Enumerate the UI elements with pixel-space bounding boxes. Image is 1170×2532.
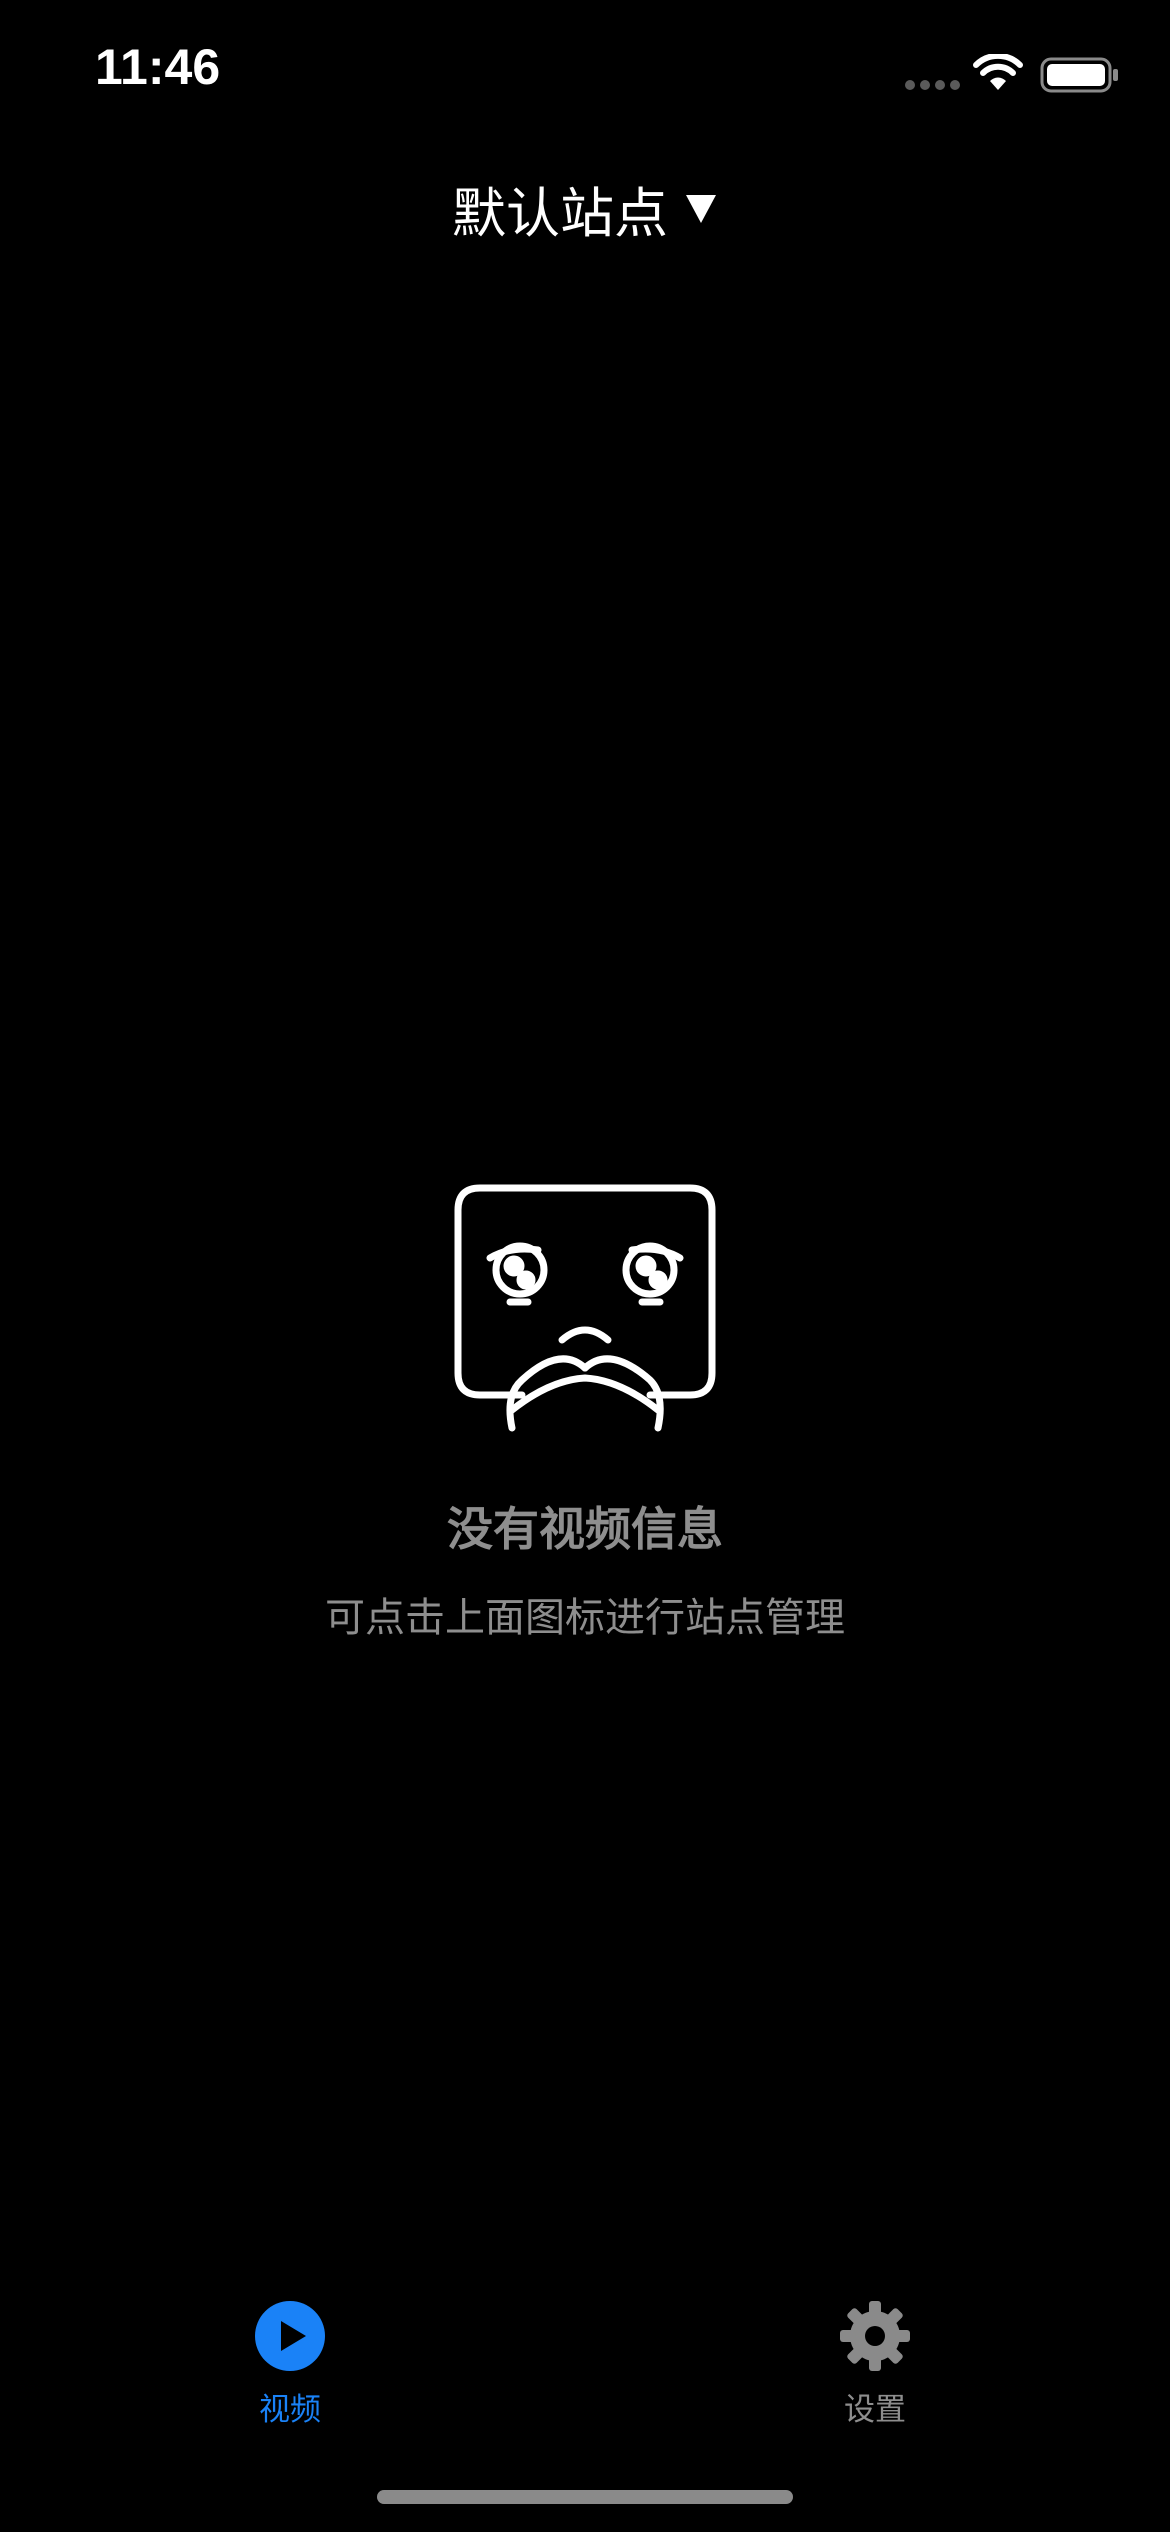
status-indicators (905, 52, 1130, 98)
empty-state-title: 没有视频信息 (447, 1502, 723, 1556)
tab-settings-label: 设置 (844, 2392, 906, 2428)
tab-video[interactable]: 视频 (210, 2300, 370, 2430)
battery-icon (1040, 57, 1118, 93)
site-title: 默认站点 (452, 181, 668, 245)
tab-settings[interactable]: 设置 (795, 2300, 955, 2430)
play-circle-icon (255, 2301, 325, 2371)
cellular-signal-icon (905, 80, 961, 90)
caret-down-icon (686, 195, 716, 223)
empty-state-hint: 可点击上面图标进行站点管理 (325, 1595, 845, 1641)
site-selector[interactable]: 默认站点 (0, 168, 1170, 248)
sad-tv-icon (454, 1184, 716, 1432)
wifi-icon (973, 54, 1023, 90)
home-indicator[interactable] (377, 2490, 793, 2504)
tab-video-label: 视频 (259, 2392, 321, 2428)
gear-icon (840, 2301, 910, 2371)
app-screen: 11:46 默认站点 没有视频信息 可点击上面图标进行站点管理 视频 设置 (0, 0, 1170, 2532)
status-time: 11:46 (95, 39, 221, 95)
